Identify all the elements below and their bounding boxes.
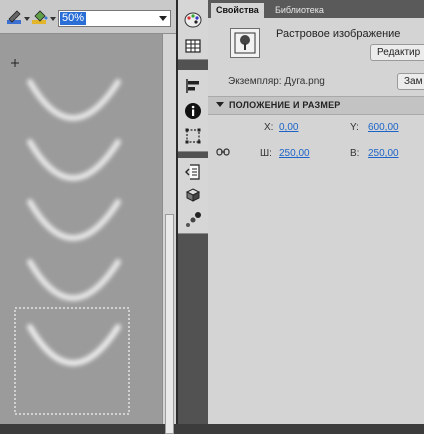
panel-tab-bar: Свойства Библиотека: [208, 0, 424, 18]
color-palette-icon[interactable]: [183, 10, 203, 30]
registration-crosshair-icon: [11, 59, 19, 67]
stage-artwork: [11, 59, 130, 415]
link-proportions-icon[interactable]: [216, 147, 230, 157]
info-icon[interactable]: [183, 101, 203, 121]
components-icon[interactable]: [183, 186, 203, 206]
arc-image[interactable]: [27, 139, 121, 181]
y-label: Y:: [350, 122, 359, 133]
edit-bar: 50%: [0, 0, 176, 34]
tab-properties[interactable]: Свойства: [211, 3, 264, 18]
width-value[interactable]: 250,00: [279, 148, 310, 159]
dock-group-info: [178, 70, 208, 152]
chevron-down-icon[interactable]: [216, 102, 224, 107]
position-size-section-header[interactable]: ПОЛОЖЕНИЕ И РАЗМЕР: [208, 96, 424, 115]
align-icon[interactable]: [183, 76, 203, 96]
instance-label-text: Экземпляр:: [228, 76, 282, 87]
code-snippet-icon[interactable]: [183, 162, 203, 182]
arc-image[interactable]: [27, 79, 121, 121]
swatches-icon[interactable]: [183, 36, 203, 56]
dock-group-code: [178, 158, 208, 234]
instance-name: Дуга.png: [284, 76, 325, 87]
x-value[interactable]: 0,00: [279, 122, 298, 133]
y-value[interactable]: 600,00: [368, 122, 399, 133]
paint-bucket-color-icon[interactable]: [31, 8, 49, 26]
height-label: В:: [350, 148, 360, 159]
panel-dock: [178, 0, 208, 424]
stage[interactable]: [0, 34, 162, 424]
transform-icon[interactable]: [183, 126, 203, 146]
arc-image[interactable]: [27, 199, 121, 241]
pencil-color-caret[interactable]: [24, 17, 30, 21]
dock-group-color: [178, 0, 208, 60]
tab-library[interactable]: Библиотека: [270, 3, 329, 18]
chevron-down-icon[interactable]: [159, 16, 167, 21]
arc-image-selected[interactable]: [27, 324, 121, 366]
zoom-value[interactable]: 50%: [60, 12, 87, 25]
scrollbar-thumb[interactable]: [165, 214, 174, 434]
swap-button[interactable]: Зам: [397, 73, 424, 90]
vertical-scrollbar[interactable]: [162, 34, 176, 434]
motion-presets-icon[interactable]: [183, 210, 203, 230]
pencil-color-icon[interactable]: [6, 8, 24, 26]
paint-bucket-color-caret[interactable]: [50, 17, 56, 21]
x-label: X:: [264, 122, 274, 133]
bitmap-tree-icon: [234, 32, 256, 54]
arc-image[interactable]: [27, 259, 121, 301]
edit-button[interactable]: Редактир: [370, 44, 424, 61]
width-label: Ш:: [260, 148, 272, 159]
zoom-select[interactable]: 50%: [58, 10, 171, 27]
section-title: ПОЛОЖЕНИЕ И РАЗМЕР: [229, 100, 341, 110]
document-area: 50%: [0, 0, 176, 434]
object-type-label: Растровое изображение: [276, 28, 401, 40]
bitmap-preview: [230, 28, 260, 58]
height-value[interactable]: 250,00: [368, 148, 399, 159]
instance-label: Экземпляр: Дуга.png: [228, 76, 325, 87]
properties-panel: Свойства Библиотека Растровое изображени…: [208, 0, 424, 424]
